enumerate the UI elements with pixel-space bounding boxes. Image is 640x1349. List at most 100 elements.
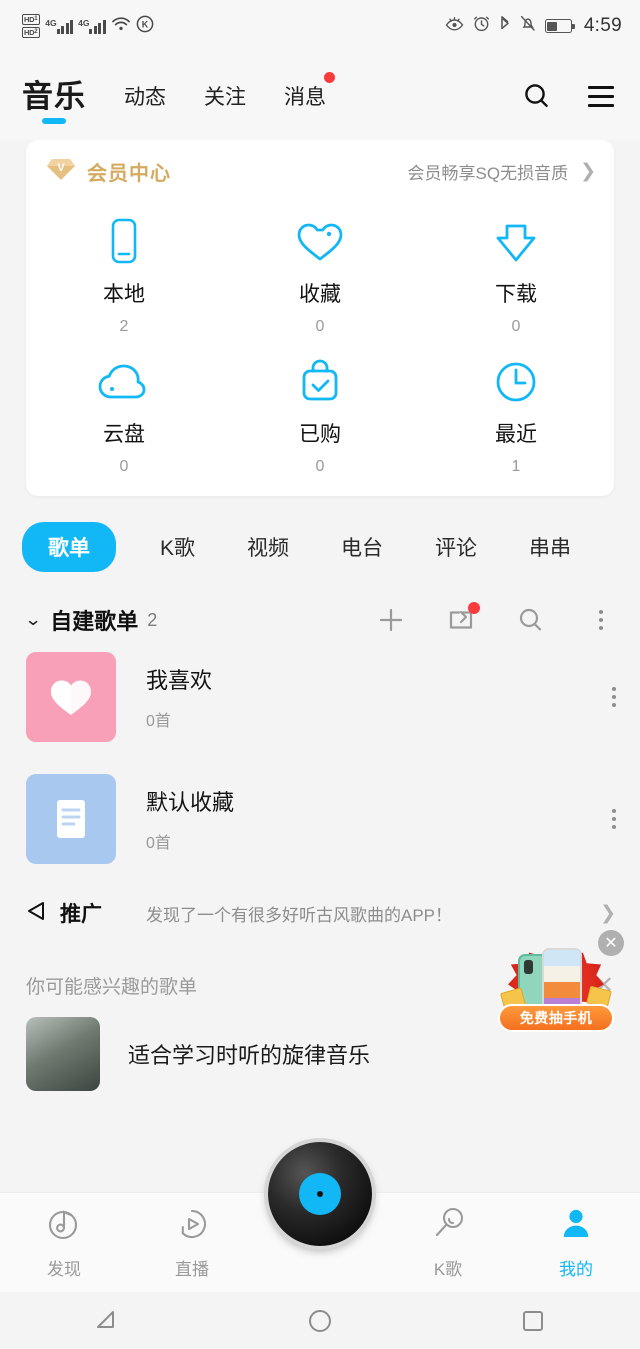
tab-chuanchuan[interactable]: 串串 (529, 532, 571, 562)
bag-check-icon (296, 356, 344, 408)
active-tab-underline (42, 117, 66, 124)
quick-item-local[interactable]: 本地 2 (26, 202, 222, 342)
hd-volte-indicators: HD 1 HD 2 (22, 14, 41, 38)
bottom-navigation: 发现 直播 K歌 我的 (0, 1142, 640, 1292)
quick-item-count: 2 (119, 318, 129, 335)
hamburger-menu-icon[interactable] (584, 79, 618, 113)
quick-item-download[interactable]: 下载 0 (418, 202, 614, 342)
list-document-icon (57, 800, 85, 838)
quick-item-favorites[interactable]: 收藏 0 (222, 202, 418, 342)
hd-sim2-icon: HD 2 (22, 27, 41, 38)
heart-icon (51, 680, 91, 715)
import-badge-dot (468, 602, 480, 614)
signal-sim2: 4G (78, 18, 106, 34)
playlist-section-header: ⌄ 自建歌单 2 (0, 572, 640, 636)
quick-item-label: 云盘 (102, 423, 145, 446)
quick-item-recent[interactable]: 最近 1 (418, 342, 614, 482)
section-count: 2 (147, 609, 158, 630)
playlist-name: 我喜欢 (146, 668, 213, 693)
close-circle-icon[interactable]: ✕ (598, 930, 624, 956)
wifi-icon (111, 16, 131, 37)
music-note-disc-icon (46, 1206, 82, 1247)
battery-icon (544, 19, 575, 33)
bottom-nav-mine[interactable]: 我的 (512, 1206, 640, 1280)
search-icon[interactable] (516, 605, 546, 635)
live-play-icon (174, 1206, 210, 1247)
hd-sim1-icon: HD 1 (22, 14, 41, 25)
vip-banner-right[interactable]: 会员畅享SQ无损音质 ❯ (408, 159, 596, 184)
back-triangle-icon[interactable] (89, 1303, 125, 1339)
app-brand-label: 音乐 (22, 78, 86, 114)
list-item[interactable]: 我喜欢 0首 (0, 636, 640, 758)
quick-item-purchased[interactable]: 已购 0 (222, 342, 418, 482)
heart-outline-icon (293, 216, 347, 268)
status-bar: HD 1 HD 2 4G 4G K 4:59 (0, 0, 640, 52)
vip-banner-title: 会员中心 (87, 162, 171, 185)
quick-item-count: 0 (119, 458, 129, 475)
import-playlist-icon[interactable] (446, 602, 480, 635)
chevron-right-icon: ❯ (600, 902, 616, 924)
promotion-left: 推广 (26, 898, 102, 928)
system-navigation-bar (0, 1292, 640, 1349)
user-summary-card: V 会员中心 会员畅享SQ无损音质 ❯ 本地 2 收藏 0 下载 0 云盘 0 … (26, 140, 614, 496)
plus-icon[interactable] (376, 605, 406, 635)
tab-pinglun[interactable]: 评论 (435, 532, 477, 562)
vinyl-record-icon[interactable] (268, 1142, 372, 1246)
promotion-label: 推广 (60, 903, 102, 926)
quick-item-label: 收藏 (298, 283, 341, 306)
tab-diantai[interactable]: 电台 (341, 532, 383, 562)
recents-square-icon[interactable] (515, 1303, 551, 1339)
tab-shipin[interactable]: 视频 (247, 532, 289, 562)
search-icon[interactable] (520, 79, 554, 113)
signal-sim1: 4G (45, 18, 74, 34)
section-actions (376, 602, 616, 635)
playlist-count: 0首 (146, 713, 171, 730)
tab-kge[interactable]: K歌 (160, 532, 195, 562)
app-brand-tab-music[interactable]: 音乐 (22, 71, 86, 124)
category-tab-strip[interactable]: 歌单 K歌 视频 电台 评论 串串 (0, 496, 640, 572)
playlist-thumbnail (26, 652, 116, 742)
quick-item-cloud[interactable]: 云盘 0 (26, 342, 222, 482)
more-vertical-icon[interactable] (586, 605, 616, 635)
svg-text:V: V (57, 162, 65, 174)
bluetooth-icon (499, 15, 511, 37)
playlist-text: 默认收藏 0首 (146, 785, 234, 853)
clock-text: 4:59 (583, 15, 622, 36)
more-vertical-icon[interactable] (612, 809, 616, 829)
quick-item-label: 已购 (298, 423, 341, 446)
ad-pill-label[interactable]: 免费抽手机 (498, 1004, 614, 1032)
vip-center-banner[interactable]: V 会员中心 会员畅享SQ无损音质 ❯ (26, 140, 614, 202)
quick-item-count: 0 (315, 318, 325, 335)
megaphone-icon (26, 899, 50, 928)
ad-artwork: 免费抽手机 (498, 946, 614, 1032)
tab-dongtai[interactable]: 动态 (124, 81, 166, 111)
user-icon (558, 1206, 594, 1247)
promotion-text: 发现了一个有很多好听古风歌曲的APP！ (146, 905, 453, 925)
chevron-down-icon[interactable]: ⌄ (24, 610, 42, 630)
bottom-nav-label: 我的 (559, 1259, 593, 1279)
clock-icon (491, 356, 541, 408)
tab-gedan[interactable]: 歌单 (22, 522, 116, 572)
more-vertical-icon[interactable] (612, 687, 616, 707)
quick-item-count: 0 (315, 458, 325, 475)
tab-xiaoxi[interactable]: 消息 (284, 72, 335, 111)
tab-guanzhu[interactable]: 关注 (204, 81, 246, 111)
quick-access-grid: 本地 2 收藏 0 下载 0 云盘 0 已购 0 最近 1 (26, 202, 614, 482)
playlist-count: 0首 (146, 835, 171, 852)
header-actions (520, 79, 618, 113)
bottom-nav-live[interactable]: 直播 (128, 1206, 256, 1280)
list-item[interactable]: 默认收藏 0首 (0, 758, 640, 880)
bottom-nav-karaoke[interactable]: K歌 (384, 1206, 512, 1280)
eye-care-icon (445, 16, 464, 37)
bottom-nav-discover[interactable]: 发现 (0, 1206, 128, 1280)
home-circle-icon[interactable] (302, 1303, 338, 1339)
floating-ad[interactable]: ✕ 免费抽手机 (498, 930, 624, 1040)
section-title: 自建歌单 (50, 609, 139, 634)
vinyl-center-label (299, 1173, 341, 1215)
quick-item-label: 下载 (494, 283, 537, 306)
signal-bars-icon (89, 18, 106, 34)
playlist-text: 我喜欢 0首 (146, 663, 212, 731)
quick-item-label: 本地 (102, 283, 145, 306)
playlist-thumbnail (26, 774, 116, 864)
quick-item-label: 最近 (494, 423, 537, 446)
